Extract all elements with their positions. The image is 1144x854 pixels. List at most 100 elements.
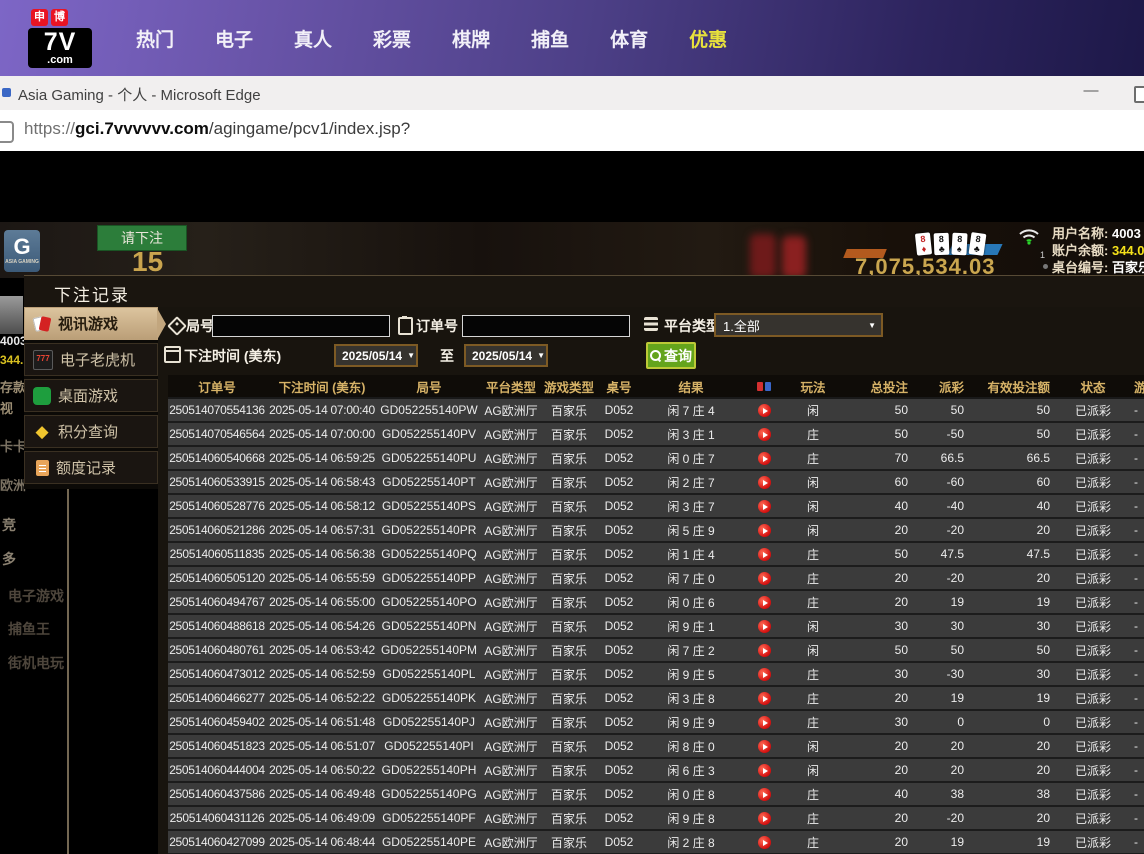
nav-item-7[interactable]: 优惠 (689, 25, 727, 52)
order-no-input[interactable] (462, 315, 630, 337)
site-logo[interactable]: 申 博 7V .com (28, 9, 92, 68)
date-to-select[interactable]: 2025/05/14 ▼ (464, 344, 548, 367)
replay-button[interactable] (758, 500, 771, 513)
sidebar-item-0[interactable]: 视讯游戏 (24, 307, 158, 340)
replay-button[interactable] (758, 740, 771, 753)
replay-button[interactable] (758, 476, 771, 489)
replay-button[interactable] (758, 764, 771, 777)
cell-table-no: D052 (596, 806, 642, 830)
seat-dot (1043, 264, 1048, 269)
col-table-no: 桌号 (596, 375, 642, 398)
replay-button[interactable] (758, 668, 771, 681)
cell-total-bet: 20 (838, 758, 922, 782)
cell-valid-bet: 19 (978, 830, 1064, 854)
nav-item-3[interactable]: 彩票 (373, 25, 411, 52)
url-scheme: https:// (24, 119, 75, 138)
nav-item-6[interactable]: 体育 (610, 25, 648, 52)
sidebar-item-3[interactable]: ◆积分查询 (24, 415, 158, 448)
sidebar-item-2[interactable]: 桌面游戏 (24, 379, 158, 412)
url-text[interactable]: https://gci.7vvvvvv.com/agingame/pcv1/in… (24, 119, 410, 139)
main-area: 局号 订单号 平台类型 1.全部 ▼ 下注时间 (美东) 2025/05/14 … (158, 307, 1144, 854)
col-order-no: 订单号 (168, 375, 266, 398)
replay-button[interactable] (758, 812, 771, 825)
cell-total-bet: 60 (838, 470, 922, 494)
cell-game-table: - (1122, 662, 1144, 686)
platform-select[interactable]: 1.全部 ▼ (714, 313, 883, 337)
cell-payout: 47.5 (922, 542, 978, 566)
replay-button[interactable] (758, 524, 771, 537)
cell-table-no: D052 (596, 470, 642, 494)
background-blob (750, 234, 776, 278)
background-text-fragment: 卡卡 (0, 436, 26, 455)
cell-valid-bet: 19 (978, 590, 1064, 614)
replay-button[interactable] (758, 716, 771, 729)
replay-button[interactable] (758, 692, 771, 705)
replay-button[interactable] (758, 452, 771, 465)
cell-game-table: - (1122, 734, 1144, 758)
sidebar-item-label: 电子老虎机 (60, 349, 135, 370)
cell-round-no: GD052255140PP (378, 566, 480, 590)
playing-card: 8♦ (915, 232, 932, 255)
cell-replay (740, 422, 788, 446)
logo-badge-bo: 博 (51, 9, 68, 26)
table-row: 2505140605339152025-05-14 06:58:43GD0522… (168, 470, 1144, 494)
nav-item-1[interactable]: 电子 (215, 25, 253, 52)
replay-button[interactable] (758, 620, 771, 633)
search-button[interactable]: 查询 (646, 342, 696, 369)
search-icon (650, 350, 661, 361)
sidebar-item-label: 额度记录 (56, 457, 116, 478)
cell-status: 已派彩 (1064, 806, 1122, 830)
table-row: 2505140604270992025-05-14 06:48:44GD0522… (168, 830, 1144, 854)
cell-table-no: D052 (596, 566, 642, 590)
table-row: 2505140605287762025-05-14 06:58:12GD0522… (168, 494, 1144, 518)
replay-button[interactable] (758, 836, 771, 849)
nav-item-2[interactable]: 真人 (294, 25, 332, 52)
date-from-select[interactable]: 2025/05/14 ▼ (334, 344, 418, 367)
cards-icon (33, 315, 51, 333)
col-status: 状态 (1064, 375, 1122, 398)
ag-logo: GASIA GAMING (4, 230, 40, 272)
table-row: 2505140604947672025-05-14 06:55:00GD0522… (168, 590, 1144, 614)
cell-total-bet: 30 (838, 614, 922, 638)
cell-total-bet: 50 (838, 398, 922, 422)
cell-round-no: GD052255140PE (378, 830, 480, 854)
background-text-fragment: 捕鱼王 (8, 619, 50, 639)
cell-table-no: D052 (596, 758, 642, 782)
cell-payout: 66.5 (922, 446, 978, 470)
sidebar-item-4[interactable]: 额度记录 (24, 451, 158, 484)
replay-button[interactable] (758, 548, 771, 561)
cell-bet-time: 2025-05-14 06:48:44 (266, 830, 378, 854)
replay-button[interactable] (758, 596, 771, 609)
logo-7v: 7V (31, 29, 89, 55)
round-no-input[interactable] (212, 315, 390, 337)
cell-platform: AG欧洲厅 (480, 710, 542, 734)
sidebar-item-1[interactable]: 777电子老虎机 (24, 343, 158, 376)
col-play: 玩法 (788, 375, 838, 398)
cell-game-table: - (1122, 422, 1144, 446)
replay-button[interactable] (758, 572, 771, 585)
cell-status: 已派彩 (1064, 638, 1122, 662)
cell-bet-time: 2025-05-14 06:52:22 (266, 686, 378, 710)
cell-status: 已派彩 (1064, 734, 1122, 758)
nav-item-5[interactable]: 捕鱼 (531, 25, 569, 52)
url-bar[interactable]: https://gci.7vvvvvv.com/agingame/pcv1/in… (0, 110, 1144, 153)
replay-button[interactable] (758, 428, 771, 441)
nav-item-0[interactable]: 热门 (136, 25, 174, 52)
cell-round-no: GD052255140PL (378, 662, 480, 686)
cell-play: 庄 (788, 710, 838, 734)
cell-table-no: D052 (596, 422, 642, 446)
cell-round-no: GD052255140PW (378, 398, 480, 422)
cell-status: 已派彩 (1064, 614, 1122, 638)
nav-item-4[interactable]: 棋牌 (452, 25, 490, 52)
cell-status: 已派彩 (1064, 758, 1122, 782)
cell-status: 已派彩 (1064, 470, 1122, 494)
cell-play: 闲 (788, 614, 838, 638)
cell-game-type: 百家乐 (542, 494, 596, 518)
minimize-button[interactable]: — (1076, 76, 1106, 110)
maximize-button[interactable] (1134, 86, 1144, 103)
cell-total-bet: 50 (838, 422, 922, 446)
replay-button[interactable] (758, 404, 771, 417)
replay-button[interactable] (758, 644, 771, 657)
cell-replay (740, 734, 788, 758)
replay-button[interactable] (758, 788, 771, 801)
